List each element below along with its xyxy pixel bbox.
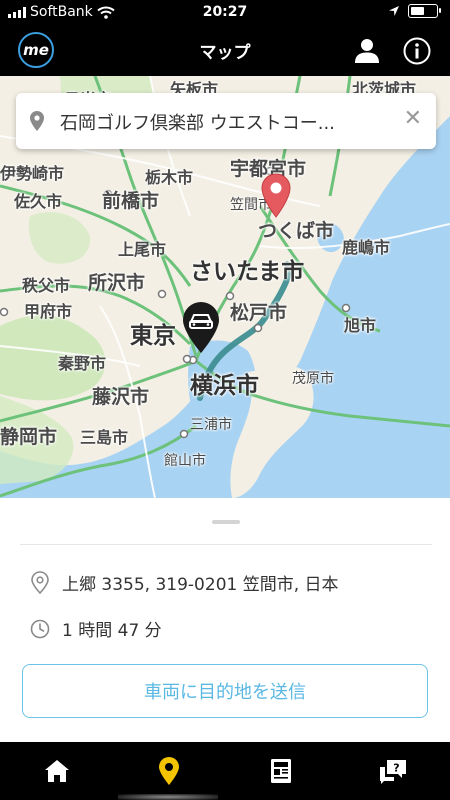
tab-news[interactable]	[264, 754, 298, 788]
tab-map[interactable]	[152, 754, 186, 788]
map-label: 所沢市	[88, 272, 146, 294]
trip-details-sheet: 上郷 3355, 319-0201 笠間市, 日本 1 時間 47 分 車両に目…	[0, 498, 450, 742]
tab-support[interactable]: ?	[376, 754, 410, 788]
map-pin-icon	[159, 757, 179, 785]
svg-text:?: ?	[393, 762, 399, 775]
status-right	[388, 4, 441, 18]
location-pin-icon	[30, 111, 44, 131]
destination-pin-icon[interactable]	[259, 172, 293, 218]
page-title: マップ	[199, 43, 251, 63]
map-label: 前橋市	[102, 190, 160, 212]
map-label: 鹿嶋市	[342, 238, 391, 257]
map-label: 松戸市	[230, 302, 288, 324]
battery-icon	[408, 4, 441, 18]
app-logo[interactable]: me	[18, 32, 54, 68]
map-label: 東京	[130, 323, 176, 349]
duration-row: 1 時間 47 分	[28, 616, 162, 641]
location-outline-icon	[31, 570, 49, 594]
help-chat-icon: ?	[380, 760, 406, 784]
screen: SoftBank 20:27 me マップ 矢板市 北茨城市 栃木市 宇都宮市 …	[0, 0, 450, 800]
app-header: me マップ	[0, 24, 450, 76]
tab-home[interactable]	[40, 754, 74, 788]
map-label: 上尾市	[118, 240, 167, 259]
status-bar: SoftBank 20:27	[0, 0, 450, 24]
map-label: 伊勢崎市	[0, 164, 65, 183]
map-label: 茂原市	[292, 371, 334, 387]
map-label: つくば市	[258, 220, 335, 242]
sheet-drag-handle[interactable]	[212, 520, 240, 524]
map-label: 佐久市	[14, 192, 63, 211]
map-label: 三島市	[80, 428, 129, 447]
map-label: 館山市	[164, 453, 206, 469]
news-icon	[271, 759, 291, 783]
close-icon[interactable]: ✕	[404, 107, 422, 131]
battery-level	[411, 7, 424, 15]
address-row: 上郷 3355, 319-0201 笠間市, 日本	[28, 570, 339, 595]
map-label: 旭市	[344, 316, 377, 335]
map-label: 秦野市	[58, 354, 107, 373]
destination-address: 上郷 3355, 319-0201 笠間市, 日本	[62, 575, 339, 595]
map-label: さいたま市	[190, 259, 305, 285]
travel-duration: 1 時間 47 分	[62, 621, 162, 641]
map-label: 横浜市	[190, 373, 259, 399]
map-label: 秩父市	[22, 276, 71, 295]
map-label: 静岡市	[0, 426, 58, 448]
map-label: 甲府市	[24, 302, 73, 321]
vehicle-location-icon[interactable]	[180, 300, 222, 354]
destination-search-bar[interactable]: 石岡ゴルフ倶楽部 ウエストコー... ✕	[16, 93, 436, 149]
info-icon[interactable]	[402, 36, 432, 66]
map-label: 藤沢市	[92, 386, 150, 408]
search-input[interactable]: 石岡ゴルフ倶楽部 ウエストコー...	[60, 109, 390, 135]
tab-bar: ?	[0, 742, 450, 800]
park-area	[28, 212, 91, 264]
map-label: 栃木市	[145, 168, 194, 187]
clock-icon	[30, 619, 50, 638]
map-label: 三浦市	[190, 417, 232, 433]
clock-time: 20:27	[202, 4, 248, 20]
location-arrow-icon	[389, 6, 399, 16]
logo-text: me	[23, 41, 49, 59]
send-destination-button[interactable]: 車両に目的地を送信	[22, 664, 428, 718]
user-icon[interactable]	[352, 36, 382, 66]
active-tab-indicator	[118, 794, 218, 800]
home-icon	[45, 760, 69, 782]
divider	[20, 544, 432, 545]
